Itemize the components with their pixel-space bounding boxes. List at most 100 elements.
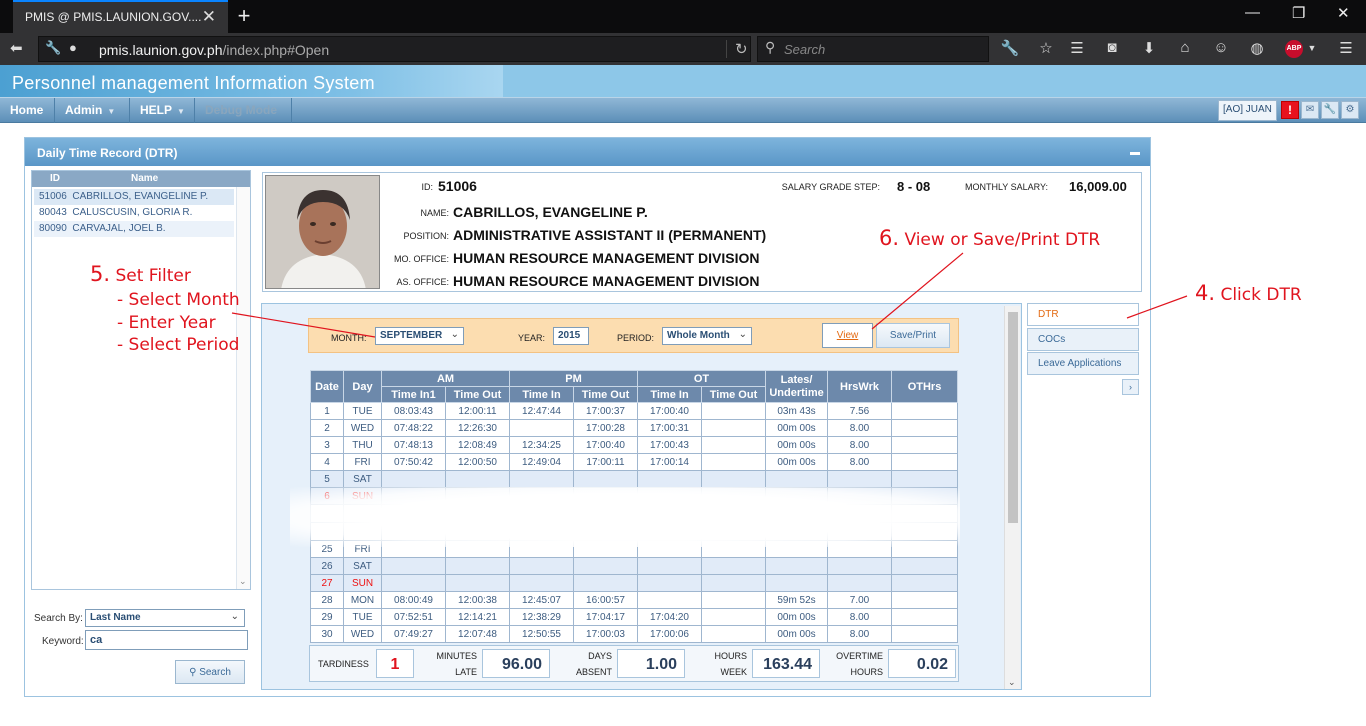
dtr-scrollbar[interactable]: ⌄ [1004,306,1020,689]
dtr-day-cell: SUN [343,574,382,592]
dtr-cell [891,608,959,626]
dtr-date-cell: 30 [310,625,344,643]
new-tab-icon[interactable]: + [234,3,254,29]
alert-icon[interactable]: ! [1281,101,1299,119]
dtr-cell: 00m 00s [765,436,829,454]
col-hrs-worked: HrsWrk [827,370,893,403]
adblock-icon[interactable]: ABP [1285,40,1303,58]
window-close-icon[interactable]: ✕ [1337,4,1350,22]
dtr-cell: 59m 52s [765,591,829,609]
scrollbar-thumb[interactable] [1008,312,1018,523]
wrench-icon[interactable]: 🔧 [1000,39,1020,57]
as-office-value: HUMAN RESOURCE MANAGEMENT DIVISION [453,273,760,289]
dtr-cell: 00m 00s [765,453,829,471]
hamburger-menu-icon[interactable]: ☰ [1336,39,1356,57]
close-tab-icon[interactable]: ✕ [202,7,216,27]
adblock-dropdown-icon[interactable]: ▼ [1302,43,1322,53]
month-select[interactable]: SEPTEMBER ⌄ [375,327,464,345]
overtime-hours-label: OVERTIME HOURS [829,648,883,680]
dtr-cell [444,557,511,575]
chevron-down-icon[interactable]: ⌄ [1008,677,1016,688]
emoji-icon[interactable]: ☺ [1211,39,1231,56]
annotation-6-text: View or Save/Print DTR [904,230,1101,250]
dtr-cell [701,436,767,454]
site-info-icon[interactable]: 🔧 [45,40,61,56]
dtr-cell: 12:14:21 [444,608,511,626]
month-value: SEPTEMBER [380,330,443,341]
dtr-cell: 00m 00s [765,625,829,643]
tab-dtr[interactable]: DTR [1027,303,1139,326]
mo-office-label: MO. OFFICE: [394,254,449,264]
search-button-label: Search [199,667,231,678]
mail-icon[interactable]: ✉ [1301,101,1319,119]
dtr-cell [509,470,575,488]
menu-debug-mode[interactable]: Debug Mode [195,98,292,123]
annotation-5-number: 5. [90,262,111,286]
dtr-cell [509,557,575,575]
dtr-cell [381,574,446,592]
annotation-6-number: 6. [879,226,900,250]
dtr-cell: 12:49:04 [509,453,575,471]
dtr-cell: 16:00:57 [573,591,639,609]
dtr-cell: 12:50:55 [509,625,575,643]
restore-icon[interactable]: ❐ [1292,4,1305,22]
minutes-label-1: MINUTES [436,651,478,661]
tab-cocs[interactable]: COCs [1027,328,1139,351]
search-by-select[interactable]: Last Name ⌄ [85,609,245,627]
keyword-label: Keyword: [42,636,84,647]
keyword-input[interactable]: ca [85,630,248,650]
view-button[interactable]: View [822,323,873,348]
dtr-cell: 8.00 [827,608,893,626]
bookmark-star-icon[interactable]: ☆ [1036,39,1056,57]
back-icon[interactable]: ⬅ [10,39,23,57]
dtr-day-cell: WED [343,625,382,643]
annotation-5-line-1: - Select Month [117,290,240,310]
employee-row[interactable]: 51006 CABRILLOS, EVANGELINE P. [34,189,234,205]
hours-week-label: HOURS WEEK [695,648,747,680]
dtr-date-cell: 29 [310,608,344,626]
minimize-icon[interactable]: — [1245,4,1260,21]
home-icon[interactable]: ⌂ [1175,39,1195,56]
dtr-cell [444,574,511,592]
pocket-icon[interactable]: ◙ [1102,39,1122,56]
tabs-next-icon[interactable]: › [1122,379,1139,395]
overtime-hours-value: 0.02 [888,649,956,678]
menu-admin[interactable]: Admin ▼ [55,98,130,123]
dtr-cell: 07:49:27 [381,625,446,643]
current-user[interactable]: [AO] JUAN [1218,100,1277,121]
year-input[interactable]: 2015 [553,327,589,345]
reading-list-icon[interactable]: ☰ [1067,39,1087,57]
dtr-cell [701,574,767,592]
tab-leave-applications[interactable]: Leave Applications [1027,352,1139,375]
extension-icon[interactable]: ◍ [1247,39,1267,57]
dtr-cell [765,470,829,488]
chevron-down-icon: ⌄ [738,329,747,340]
dtr-cell: 12:26:30 [444,419,511,437]
save-print-button[interactable]: Save/Print [876,323,950,348]
download-icon[interactable]: ⬇ [1139,39,1159,57]
employee-row[interactable]: 80043 CALUSCUSIN, GLORIA R. [34,205,234,221]
employee-row[interactable]: 80090 CARVAJAL, JOEL B. [34,221,234,237]
dtr-cell [827,574,893,592]
wrench-icon[interactable]: 🔧 [1321,101,1339,119]
search-button[interactable]: ⚲ Search [175,660,245,684]
collapse-icon[interactable] [1130,152,1140,155]
dtr-day-cell: TUE [343,608,382,626]
dtr-cell [701,625,767,643]
dtr-cell: 12:00:11 [444,402,511,420]
menu-debug-label: Debug Mode [205,103,277,117]
browser-search-input[interactable]: ⚲ Search [757,36,989,62]
period-select[interactable]: Whole Month ⌄ [662,327,752,345]
dtr-date-cell: 1 [310,402,344,420]
col-am: AM [380,370,511,387]
settings-icon[interactable]: ⚙ [1341,101,1359,119]
redaction-blur [290,487,960,547]
menu-home[interactable]: Home [0,98,55,123]
chevron-down-icon[interactable]: ⌄ [239,576,247,587]
browser-tab[interactable]: PMIS @ PMIS.LAUNION.GOV.... ✕ [13,0,228,33]
url-bar[interactable]: 🔧 ● pmis.launion.gov.ph/index.php#Open ↻ [38,36,751,62]
menu-help[interactable]: HELP ▼ [130,98,195,123]
reload-icon[interactable]: ↻ [726,40,748,58]
chevron-down-icon: ⌄ [230,611,239,622]
employee-list-scrollbar[interactable]: ⌄ [236,187,250,589]
